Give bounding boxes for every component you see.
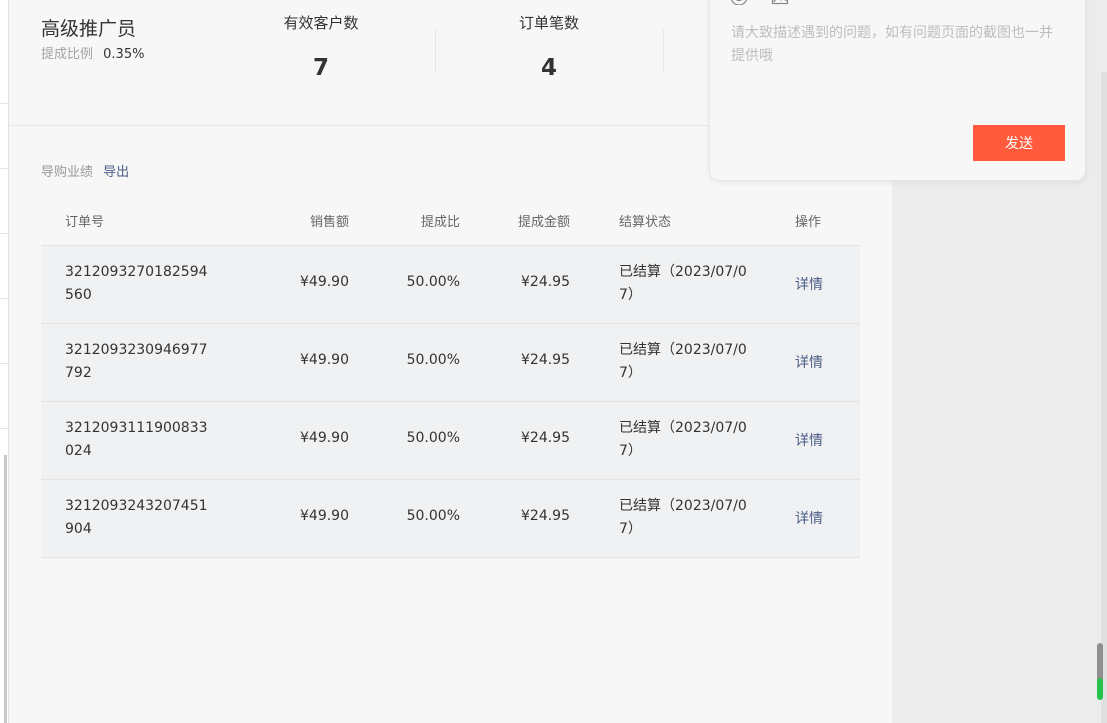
image-upload-icon[interactable] [771,0,789,5]
stat-label: 有效客户数 [283,14,359,32]
commission-amount: ¥24.95 [521,508,570,524]
sales-amount: ¥49.90 [300,430,349,446]
table-row: 3212093243207451904 ¥49.90 50.00% ¥24.95… [41,480,860,558]
section-header: 导购业绩 导出 [41,161,129,180]
edge-tick [0,233,8,234]
column-header-status: 结算状态 [619,215,672,230]
stat-divider [663,30,664,72]
edge-scroll-bar [4,455,7,723]
table-row: 3212093270182594560 ¥49.90 50.00% ¥24.95… [41,246,860,324]
table-row: 3212093230946977792 ¥49.90 50.00% ¥24.95… [41,324,860,402]
detail-link[interactable]: 详情 [795,274,823,294]
order-number: 3212093230946977792 [65,342,208,381]
settlement-status: 已结算（2023/07/07） [619,342,747,381]
commission-ratio: 50.00% [406,274,460,290]
order-number: 3212093270182594560 [65,264,208,303]
stat-label: 订单笔数 [518,14,579,32]
scrollbar-track[interactable] [1101,72,1107,723]
scroll-position-indicator [1097,678,1103,700]
commission-rate-label: 提成比例 [41,47,94,62]
section-title: 导购业绩 [41,165,94,180]
settlement-status: 已结算（2023/07/07） [619,420,747,459]
column-header-ratio: 提成比 [420,215,460,230]
emoji-icon[interactable] [730,0,748,5]
export-link[interactable]: 导出 [103,165,129,180]
commission-amount: ¥24.95 [521,430,570,446]
feedback-popover: 请大致描述遇到的问题，如有问题页面的截图也一并提供哦 发送 [709,0,1086,181]
commission-rate-value: 0.35% [103,47,145,62]
sales-amount: ¥49.90 [300,352,349,368]
edge-tick [0,103,8,104]
send-button[interactable]: 发送 [973,125,1065,161]
left-edge-panel [0,0,9,723]
edge-tick [0,363,8,364]
stat-valid-customers: 有效客户数 7 [241,12,401,81]
detail-link[interactable]: 详情 [795,508,823,528]
order-number: 3212093243207451904 [65,498,208,537]
commission-amount: ¥24.95 [521,274,570,290]
stat-order-count: 订单笔数 4 [469,12,629,81]
role-title: 高级推广员 [41,18,137,40]
detail-link[interactable]: 详情 [795,352,823,372]
sales-amount: ¥49.90 [300,274,349,290]
stat-value: 7 [312,55,329,81]
column-header-order-no: 订单号 [65,215,105,230]
detail-link[interactable]: 详情 [795,430,823,450]
edge-tick [0,298,8,299]
table-row: 3212093111900833024 ¥49.90 50.00% ¥24.95… [41,402,860,480]
orders-table: 订单号 销售额 提成比 提成金额 结算状态 操作 321209327018259… [41,195,860,558]
commission-ratio: 50.00% [406,430,460,446]
order-number: 3212093111900833024 [65,420,208,459]
stat-divider [435,30,436,72]
stat-value: 4 [540,55,557,81]
commission-rate: 提成比例 0.35% [41,43,144,62]
edge-tick [0,168,8,169]
table-header: 订单号 销售额 提成比 提成金额 结算状态 操作 [41,195,860,246]
column-header-sales: 销售额 [309,215,349,230]
commission-ratio: 50.00% [406,352,460,368]
column-header-action: 操作 [795,215,822,230]
settlement-status: 已结算（2023/07/07） [619,264,747,303]
commission-ratio: 50.00% [406,508,460,524]
commission-amount: ¥24.95 [521,352,570,368]
settlement-status: 已结算（2023/07/07） [619,498,747,537]
feedback-input[interactable]: 请大致描述遇到的问题，如有问题页面的截图也一并提供哦 [731,22,1061,68]
edge-tick [0,428,8,429]
sales-amount: ¥49.90 [300,508,349,524]
column-header-amount: 提成金额 [517,215,570,230]
